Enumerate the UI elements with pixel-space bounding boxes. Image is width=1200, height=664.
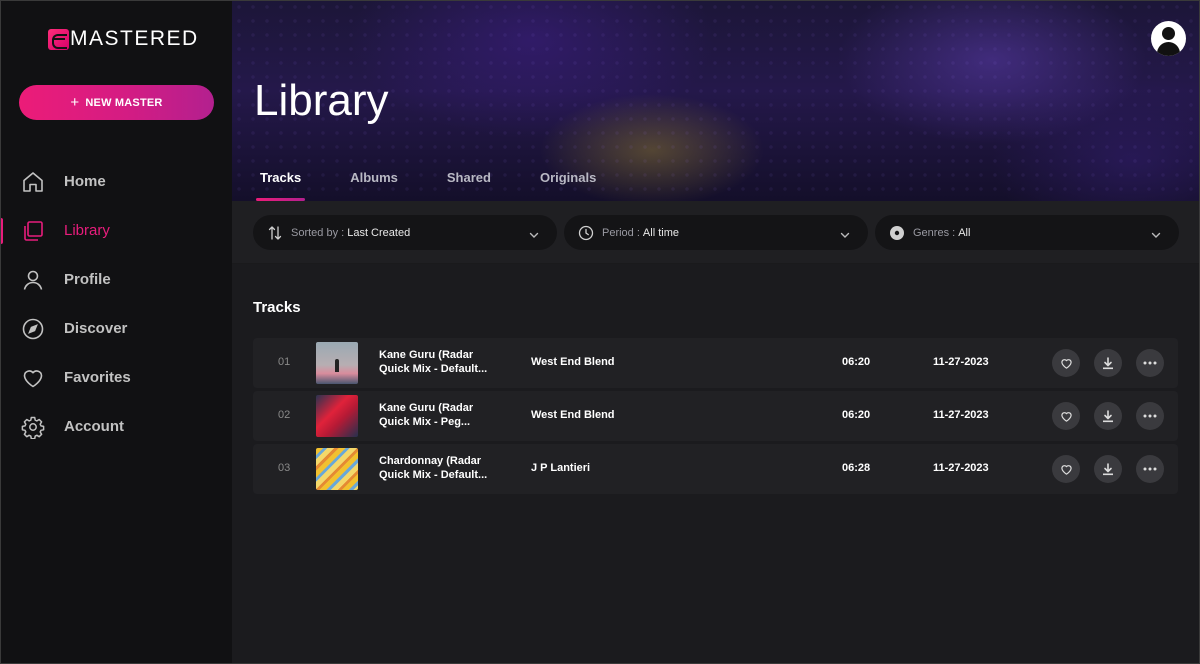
sidebar-item-favorites[interactable]: Favorites: [0, 353, 232, 402]
track-row[interactable]: 03 Chardonnay (Radar Quick Mix - Default…: [253, 444, 1178, 494]
user-icon: [21, 268, 45, 292]
tab-originals[interactable]: Originals: [540, 170, 596, 201]
track-date: 11-27-2023: [933, 356, 989, 368]
track-title-line: Quick Mix - Default...: [379, 363, 488, 375]
user-avatar-icon[interactable]: [1151, 21, 1186, 56]
library-header: Library Tracks Albums Shared Originals: [232, 0, 1200, 201]
download-icon: [1103, 356, 1113, 369]
plus-icon: +: [70, 93, 80, 111]
home-icon: [21, 170, 45, 194]
chevron-down-icon: [1151, 227, 1161, 245]
favorite-button[interactable]: [1052, 455, 1080, 483]
sidebar-item-label: Favorites: [64, 369, 131, 386]
heart-icon: [1060, 464, 1072, 475]
track-title-line: Kane Guru (Radar: [379, 402, 474, 414]
sort-label: Sorted by :: [291, 226, 345, 239]
track-title-line: Quick Mix - Default...: [379, 469, 488, 481]
sort-dropdown[interactable]: Sorted by : Last Created: [253, 215, 557, 250]
track-duration: 06:28: [842, 462, 871, 474]
compass-icon: [21, 317, 45, 341]
download-button[interactable]: [1094, 455, 1122, 483]
tab-shared[interactable]: Shared: [447, 170, 491, 201]
more-icon: [1143, 361, 1157, 365]
chevron-down-icon: [840, 227, 850, 245]
more-options-button[interactable]: [1136, 402, 1164, 430]
sidebar-item-label: Discover: [64, 320, 128, 337]
emastered-logo-icon: [48, 28, 69, 50]
track-title-line: Quick Mix - Peg...: [379, 416, 471, 428]
track-artist: West End Blend: [531, 356, 615, 368]
brand-logo[interactable]: MASTERED: [48, 27, 199, 50]
sidebar-item-label: Home: [64, 173, 106, 190]
track-artist: West End Blend: [531, 409, 615, 421]
tab-tracks[interactable]: Tracks: [255, 170, 306, 201]
sidebar-item-label: Library: [64, 222, 110, 239]
track-date: 11-27-2023: [933, 462, 989, 474]
filter-bar: Sorted by : Last Created Period : All ti…: [232, 201, 1200, 264]
genres-dropdown[interactable]: Genres : All: [875, 215, 1179, 250]
clock-icon: [578, 225, 594, 241]
sidebar-item-library[interactable]: Library: [0, 206, 232, 255]
sort-value: Last Created: [347, 226, 411, 239]
heart-icon: [21, 366, 45, 390]
track-duration: 06:20: [842, 356, 871, 368]
track-title-line: Chardonnay (Radar: [379, 455, 482, 467]
track-title[interactable]: Chardonnay (Radar Quick Mix - Default...: [379, 454, 497, 482]
more-icon: [1143, 414, 1157, 418]
sidebar-item-home[interactable]: Home: [0, 157, 232, 206]
track-cover-art: [316, 395, 358, 437]
track-artist: J P Lantieri: [531, 462, 591, 474]
track-date: 11-27-2023: [933, 409, 989, 421]
track-duration: 06:20: [842, 409, 871, 421]
tracks-section: Tracks 01 Kane Guru (Radar Quick Mix - D…: [232, 264, 1200, 664]
favorite-button[interactable]: [1052, 402, 1080, 430]
section-title: Tracks: [253, 299, 301, 316]
track-row[interactable]: 02 Kane Guru (Radar Quick Mix - Peg... W…: [253, 391, 1178, 441]
track-title-line: Kane Guru (Radar: [379, 349, 474, 361]
new-master-button[interactable]: + NEW MASTER: [19, 85, 214, 120]
sidebar-item-label: Profile: [64, 271, 111, 288]
period-dropdown[interactable]: Period : All time: [564, 215, 868, 250]
chevron-down-icon: [529, 227, 539, 245]
heart-icon: [1060, 411, 1072, 422]
download-button[interactable]: [1094, 349, 1122, 377]
library-icon: [21, 219, 45, 243]
track-cover-art: [316, 342, 358, 384]
favorite-button[interactable]: [1052, 349, 1080, 377]
track-number: 01: [278, 356, 291, 368]
sidebar-item-profile[interactable]: Profile: [0, 255, 232, 304]
brand-name: MASTERED: [70, 27, 199, 50]
library-tabs: Tracks Albums Shared Originals: [255, 170, 645, 201]
tab-albums[interactable]: Albums: [350, 170, 398, 201]
download-icon: [1103, 462, 1113, 475]
more-icon: [1143, 467, 1157, 471]
download-icon: [1103, 409, 1113, 422]
more-options-button[interactable]: [1136, 349, 1164, 377]
genres-label: Genres :: [913, 226, 956, 239]
disc-icon: [889, 225, 905, 241]
download-button[interactable]: [1094, 402, 1122, 430]
more-options-button[interactable]: [1136, 455, 1164, 483]
period-value: All time: [642, 226, 679, 239]
track-title[interactable]: Kane Guru (Radar Quick Mix - Default...: [379, 348, 497, 376]
track-number: 03: [278, 462, 291, 474]
track-row[interactable]: 01 Kane Guru (Radar Quick Mix - Default.…: [253, 338, 1178, 388]
heart-icon: [1060, 358, 1072, 369]
sidebar-item-label: Account: [64, 418, 124, 435]
sidebar: MASTERED + NEW MASTER Home Library Profi…: [0, 0, 232, 664]
period-label: Period :: [602, 226, 640, 239]
track-number: 02: [278, 409, 291, 421]
gear-icon: [21, 415, 45, 439]
track-cover-art: [316, 448, 358, 490]
page-title: Library: [254, 76, 389, 125]
new-master-label: NEW MASTER: [85, 96, 163, 109]
sidebar-item-discover[interactable]: Discover: [0, 304, 232, 353]
sidebar-nav: Home Library Profile Discover Favorites: [0, 157, 232, 451]
track-title[interactable]: Kane Guru (Radar Quick Mix - Peg...: [379, 401, 497, 429]
genres-value: All: [958, 226, 971, 239]
sidebar-item-account[interactable]: Account: [0, 402, 232, 451]
sort-icon: [267, 225, 283, 241]
track-list: 01 Kane Guru (Radar Quick Mix - Default.…: [253, 338, 1178, 497]
